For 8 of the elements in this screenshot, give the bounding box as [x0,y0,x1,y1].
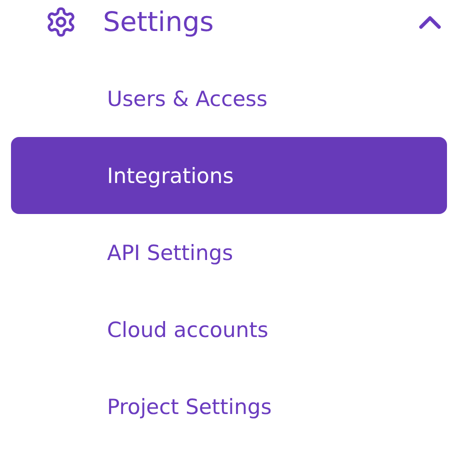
section-title: Settings [103,6,215,38]
menu-item[interactable]: Project Settings [11,368,447,445]
menu-item[interactable]: API Settings [11,214,447,291]
menu-item[interactable]: Integrations [11,137,447,214]
menu-item[interactable]: Cloud accounts [11,291,447,368]
menu-item[interactable]: Users & Access [11,60,447,137]
collapse-button[interactable] [418,14,442,30]
settings-icon [45,6,77,38]
